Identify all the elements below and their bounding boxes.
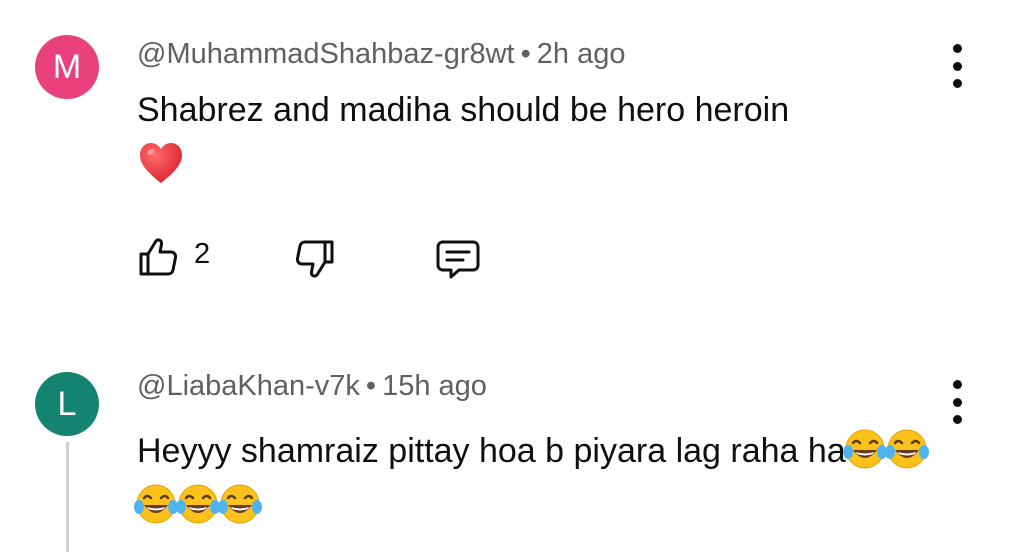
meta-separator: • [520, 38, 531, 70]
more-options-button[interactable] [942, 44, 972, 88]
tears-of-joy-emoji [176, 484, 220, 524]
more-options-button[interactable] [942, 380, 972, 424]
comment-author[interactable]: @MuhammadShahbaz-gr8wt [137, 38, 515, 70]
tears-of-joy-emoji [134, 484, 178, 524]
comment-author[interactable]: @LiabaKhan-v7k [137, 370, 360, 402]
avatar[interactable]: L [35, 372, 99, 436]
comment-text: Shabrez and madiha should be hero heroin [137, 91, 790, 129]
comment-timestamp: 15h ago [382, 370, 487, 402]
comment-text: Heyyy shamraiz pittay hoa b piyara lag r… [134, 424, 937, 534]
thread-line [66, 442, 69, 552]
tears-of-joy-emoji [842, 429, 887, 469]
tears-of-joy-emoji [218, 484, 262, 524]
dislike-icon[interactable] [294, 238, 336, 280]
comment-text-content: Heyyy shamraiz pittay hoa b piyara lag r… [137, 432, 846, 470]
like-count: 2 [194, 238, 211, 270]
comment-timestamp: 2h ago [536, 38, 626, 70]
more-vert-icon [952, 380, 962, 389]
comment-meta: @MuhammadShahbaz-gr8wt • 2h ago [137, 38, 625, 71]
comment-emoji-line [137, 140, 185, 197]
reply-icon[interactable] [435, 238, 481, 280]
like-icon[interactable] [137, 236, 179, 278]
more-vert-icon [952, 44, 962, 53]
comment-actions: 2 [137, 232, 537, 282]
comment-meta: @LiabaKhan-v7k • 15h ago [137, 370, 487, 403]
heart-emoji [140, 143, 182, 183]
tears-of-joy-emoji [884, 429, 929, 469]
meta-separator: • [365, 370, 377, 402]
avatar[interactable]: M [35, 35, 99, 99]
comment-item: M @MuhammadShahbaz-gr8wt • 2h ago Shabrez … [0, 0, 1024, 320]
comment-item: L @LiabaKhan-v7k • 15h ago Heyyy shamraiz … [0, 320, 1024, 552]
